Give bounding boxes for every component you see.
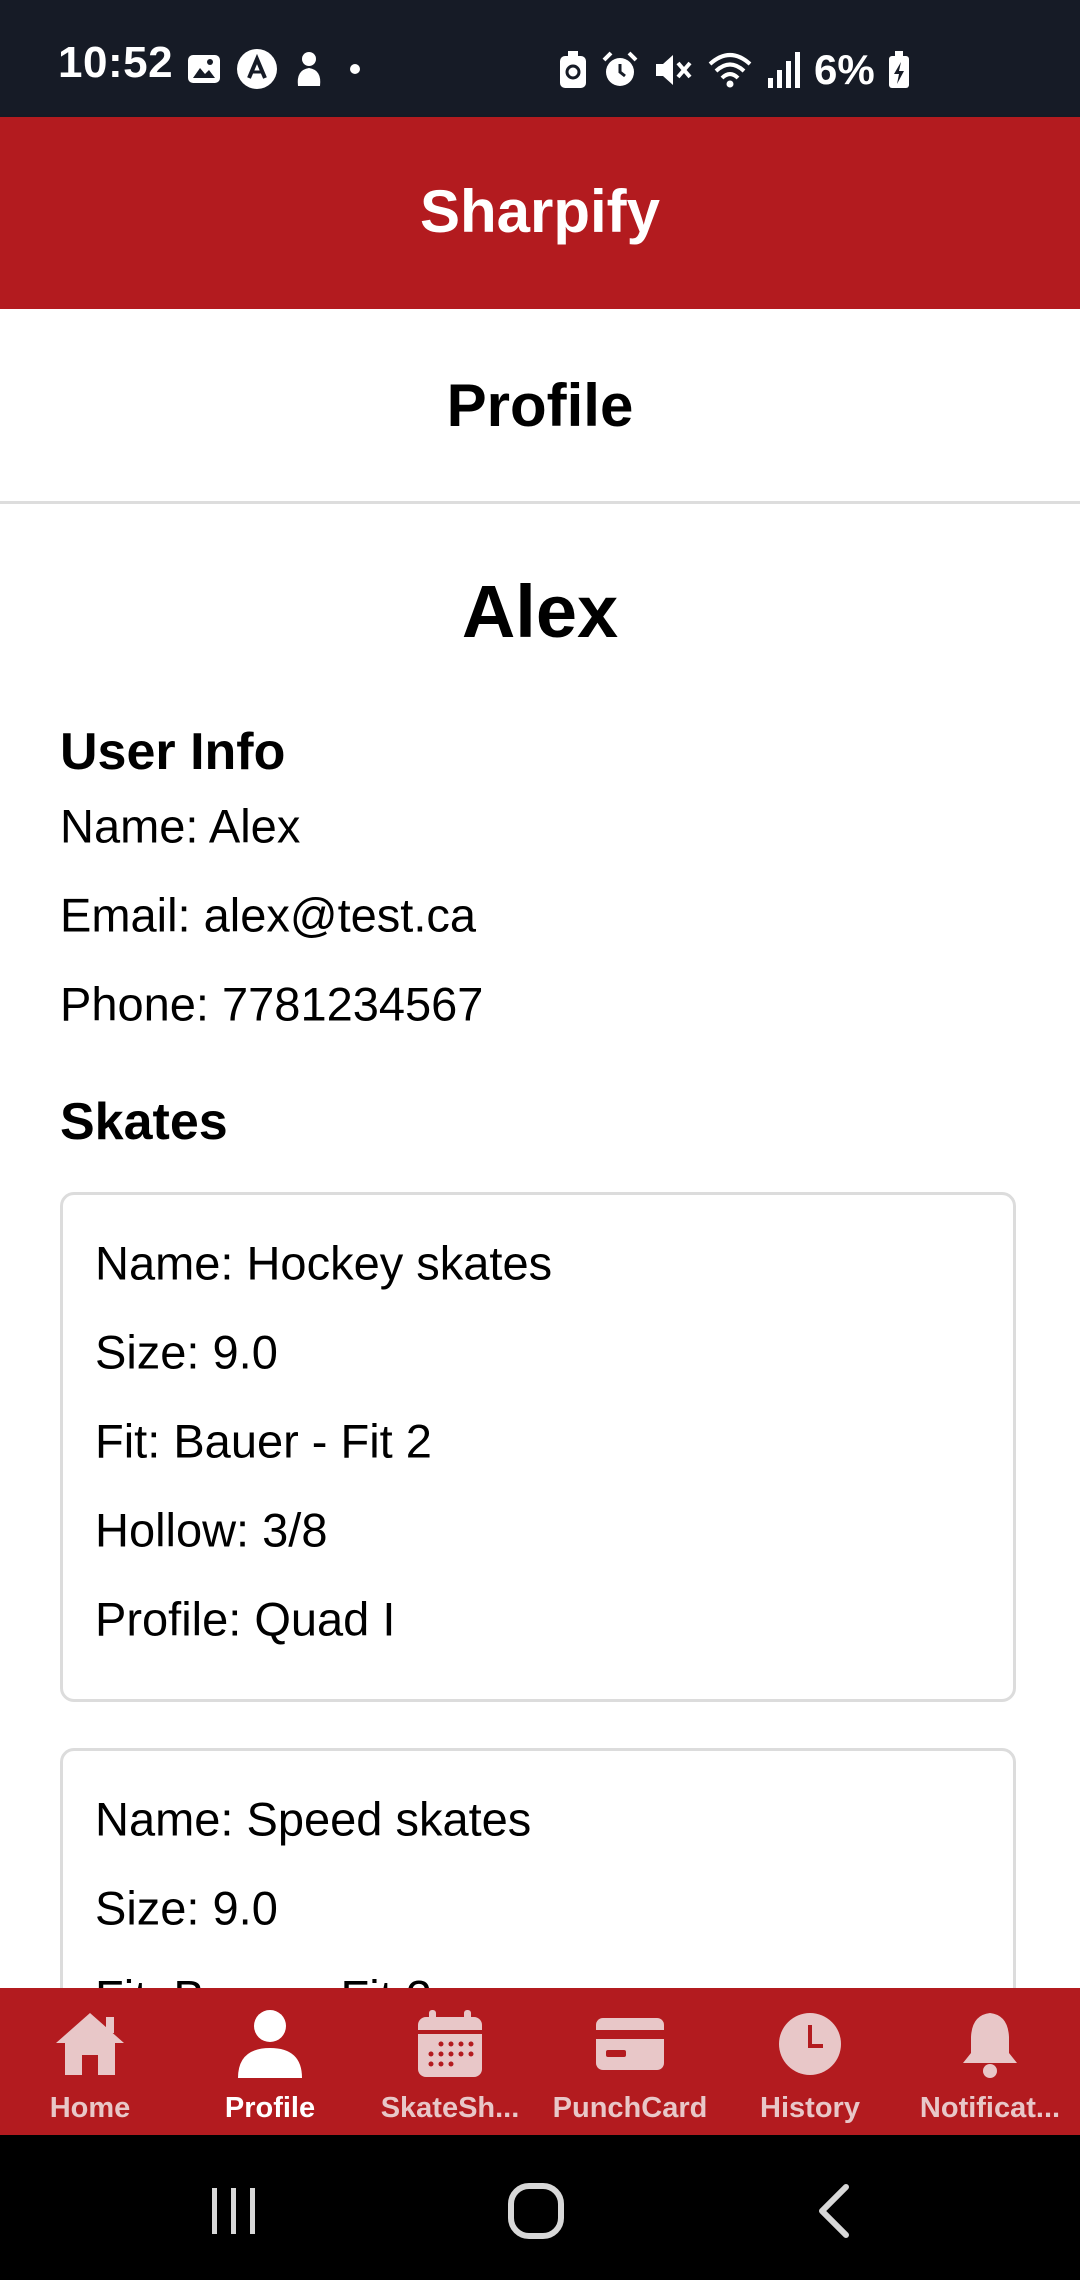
nav-history[interactable]: History [720,1988,900,2135]
nav-label: PunchCard [552,2092,708,2124]
nav-profile[interactable]: Profile [180,1988,360,2135]
alarm-icon [602,51,638,86]
nav-label: History [760,2092,860,2124]
nav-home[interactable]: Home [0,1988,180,2135]
skates-heading: Skates [60,1093,228,1151]
wifi-icon [708,53,752,88]
skate-name: Name: Hockey skates [95,1236,553,1290]
signal-icon [768,52,800,88]
baby-icon [297,52,321,86]
status-time: 10:52 [58,38,174,87]
profile-content[interactable]: Alex User Info Name: Alex Email: alex@te… [0,504,1080,1988]
home-button-icon[interactable] [506,2181,566,2241]
bottom-nav: Home Profile SkateSh... PunchCard Histor… [0,1988,1080,2135]
system-icons: 6% [558,46,911,94]
profile-display-name: Alex [461,570,619,653]
skate-fit: Fit: Bauer - Fit 2 [95,1414,432,1468]
nav-label: Profile [224,2092,316,2124]
card-icon [590,2008,670,2080]
notification-icons [186,48,370,90]
dot-icon [350,64,360,74]
recents-icon[interactable] [206,2183,262,2239]
skate-card[interactable]: Name: Speed skates Size: 9.0 Fit: Bauer … [60,1748,1016,1988]
back-icon[interactable] [812,2181,858,2241]
nav-notifications[interactable]: Notificat... [900,1988,1080,2135]
bell-icon [950,2008,1030,2080]
calendar-icon [410,2008,490,2080]
person-icon [230,2008,310,2080]
clock-icon [770,2008,850,2080]
app-title: Sharpify [419,177,661,245]
nav-label: Home [49,2092,131,2124]
user-email-line: Email: alex@test.ca [60,888,477,942]
home-icon [50,2008,130,2080]
battery-charging-icon [888,51,909,88]
app-header: Sharpify [0,117,1080,309]
skate-hollow: Hollow: 3/8 [95,1503,328,1557]
gallery-icon [188,55,220,83]
mute-icon [656,55,692,85]
nav-skateshop[interactable]: SkateSh... [360,1988,540,2135]
user-phone-line: Phone: 7781234567 [60,977,484,1031]
skate-size: Size: 9.0 [95,1881,278,1935]
nav-label: SkateSh... [380,2092,520,2124]
skate-size: Size: 9.0 [95,1325,278,1379]
page-title: Profile [446,371,634,439]
battery-saver-icon [560,51,586,88]
skate-fit: Fit: Bauer - Fit 2 [95,1970,432,1989]
a-app-icon [237,49,277,89]
nav-label: Notificat... [919,2092,1061,2124]
page-header: Profile [0,309,1080,504]
nav-punchcard[interactable]: PunchCard [540,1988,720,2135]
user-info-heading: User Info [60,723,286,781]
battery-percent: 6% [814,46,875,93]
system-nav-bar [0,2135,1080,2280]
skate-profile: Profile: Quad I [95,1592,396,1646]
status-bar: 10:52 6% [0,0,1080,117]
skate-card[interactable]: Name: Hockey skates Size: 9.0 Fit: Bauer… [60,1192,1016,1702]
user-name-line: Name: Alex [60,799,301,853]
skate-name: Name: Speed skates [95,1792,532,1846]
